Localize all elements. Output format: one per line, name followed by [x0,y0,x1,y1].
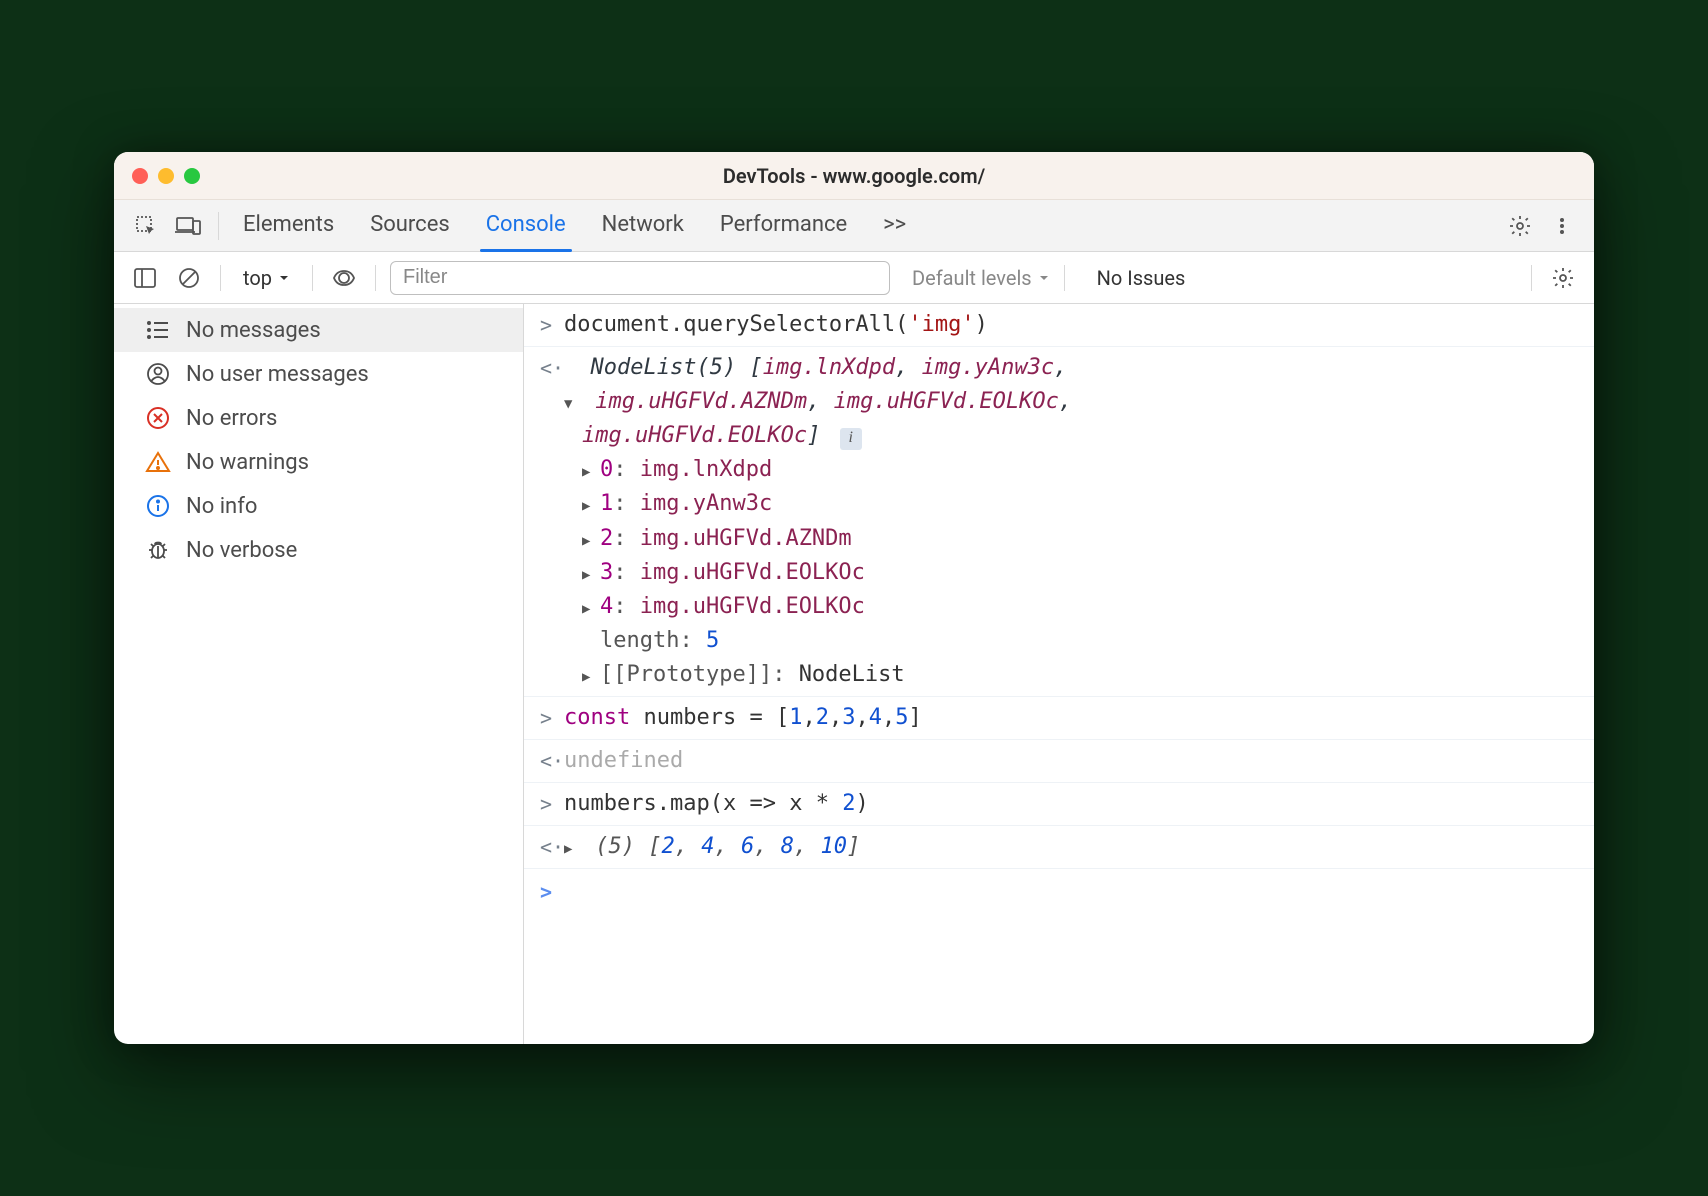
toolbar-sep-1 [220,265,221,291]
traffic-lights [114,168,200,184]
array-output[interactable]: (5) [2, 4, 6, 8, 10] [564,830,1578,864]
sidebar-item-errors[interactable]: No errors [114,396,523,440]
toolbar-sep-4 [1064,265,1065,291]
console-output-row: <· NodeList(5) [img.lnXdpd, img.yAnw3c, … [524,347,1594,697]
tab-elements[interactable]: Elements [239,202,338,249]
sidebar-item-label: No user messages [186,362,369,387]
sidebar-item-warnings[interactable]: No warnings [114,440,523,484]
output-marker: <· [540,351,564,384]
console-input-row: > numbers.map(x => x * 2) [524,783,1594,826]
input-marker: > [540,787,564,820]
console-command[interactable]: numbers.map(x => x * 2) [564,787,1578,821]
minimize-window-button[interactable] [158,168,174,184]
panel-tabs: Elements Sources Console Network Perform… [239,202,910,249]
toggle-sidebar-icon[interactable] [128,261,162,295]
levels-picker[interactable]: Default levels [912,266,1050,290]
sidebar-item-label: No warnings [186,450,309,475]
warning-icon [144,448,172,476]
sidebar-item-verbose[interactable]: No verbose [114,528,523,572]
settings-icon[interactable] [1502,208,1538,244]
expand-toggle[interactable] [564,830,582,864]
console-command[interactable]: document.querySelectorAll('img') [564,308,1578,342]
console-body: No messages No user messages No error [114,304,1594,1044]
sidebar-item-info[interactable]: No info [114,484,523,528]
expand-toggle[interactable] [582,556,600,590]
error-icon [144,404,172,432]
device-toolbar-icon[interactable] [170,208,206,244]
maximize-window-button[interactable] [184,168,200,184]
expand-toggle[interactable] [564,385,582,419]
console-toolbar: top Default levels No Issues [114,252,1594,304]
sidebar-item-label: No errors [186,406,277,431]
prompt-marker: > [540,875,564,908]
console-input-row: > document.querySelectorAll('img') [524,304,1594,347]
console-input-row: > const numbers = [1,2,3,4,5] [524,697,1594,740]
tab-sources[interactable]: Sources [366,202,454,249]
output-marker: <· [540,744,564,777]
info-icon [144,492,172,520]
toolbar-sep-5 [1531,265,1532,291]
expand-toggle[interactable] [582,487,600,521]
devtools-window: DevTools - www.google.com/ Elements Sour… [114,152,1594,1044]
bug-icon [144,536,172,564]
expand-toggle[interactable] [582,590,600,624]
list-icon [144,316,172,344]
console-prompt[interactable]: > [524,869,1594,914]
console-command[interactable]: const numbers = [1,2,3,4,5] [564,701,1578,735]
sidebar-item-user-messages[interactable]: No user messages [114,352,523,396]
sidebar-item-label: No info [186,494,257,519]
sidebar-item-label: No verbose [186,538,297,563]
main-tabstrip: Elements Sources Console Network Perform… [114,200,1594,252]
console-output-row: <· (5) [2, 4, 6, 8, 10] [524,826,1594,869]
issues-badge[interactable]: No Issues [1097,266,1186,290]
clear-console-icon[interactable] [172,261,206,295]
live-expression-icon[interactable] [327,261,361,295]
console-log: > document.querySelectorAll('img') <· No… [524,304,1594,1044]
sidebar-item-label: No messages [186,318,321,343]
toolbar-sep-2 [312,265,313,291]
tab-network[interactable]: Network [598,202,688,249]
tabs-overflow[interactable]: >> [879,202,910,249]
input-marker: > [540,701,564,734]
close-window-button[interactable] [132,168,148,184]
more-icon[interactable] [1544,208,1580,244]
chevron-down-icon [278,272,290,284]
console-settings-icon[interactable] [1546,261,1580,295]
tabstrip-divider [218,212,219,240]
messages-sidebar: No messages No user messages No error [114,304,524,1044]
expand-toggle[interactable] [582,658,600,692]
nodelist-output[interactable]: NodeList(5) [img.lnXdpd, img.yAnw3c, img… [564,351,1578,692]
filter-input[interactable] [390,261,890,295]
info-badge-icon[interactable]: i [840,428,862,450]
levels-label: Default levels [912,266,1032,290]
tab-console[interactable]: Console [482,202,570,249]
sidebar-item-all-messages[interactable]: No messages [114,308,523,352]
titlebar: DevTools - www.google.com/ [114,152,1594,200]
context-picker[interactable]: top [235,262,298,294]
window-title: DevTools - www.google.com/ [114,164,1594,188]
console-output-row: <· undefined [524,740,1594,783]
tab-performance[interactable]: Performance [716,202,851,249]
expand-toggle[interactable] [582,453,600,487]
context-label: top [243,266,272,290]
inspect-icon[interactable] [128,208,164,244]
chevron-down-icon [1038,272,1050,284]
expand-toggle[interactable] [582,522,600,556]
user-icon [144,360,172,388]
undefined-value: undefined [564,748,683,773]
output-marker: <· [540,830,564,863]
input-marker: > [540,308,564,341]
toolbar-sep-3 [375,265,376,291]
